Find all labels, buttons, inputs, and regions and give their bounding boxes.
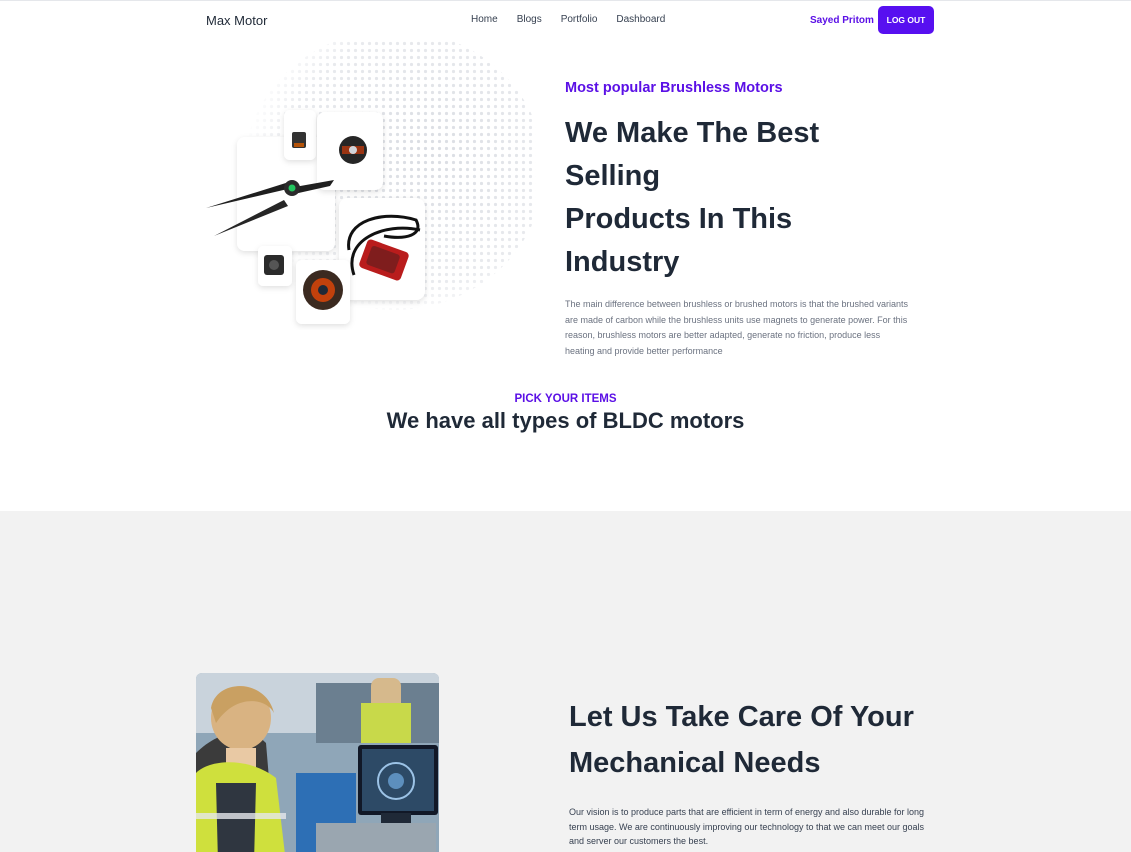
hero-title-line1: We Make The Best Selling <box>565 117 820 192</box>
brand-logo[interactable]: Max Motor <box>206 13 267 28</box>
hero-text: Most popular Brushless Motors We Make Th… <box>565 80 910 359</box>
care-section: Let Us Take Care Of Your Mechanical Need… <box>0 511 1131 852</box>
nav-home[interactable]: Home <box>471 14 498 25</box>
nav-portfolio[interactable]: Portfolio <box>561 14 598 25</box>
pick-title: We have all types of BLDC motors <box>386 408 745 433</box>
nav-blogs[interactable]: Blogs <box>517 14 542 25</box>
nav-links: Home Blogs Portfolio Dashboard <box>471 14 665 25</box>
hero-kicker: Most popular Brushless Motors <box>565 80 783 96</box>
hero-title: We Make The Best Selling Products In Thi… <box>565 112 910 284</box>
engineer-photo <box>196 673 439 852</box>
hero-title-line2: Products In This Industry <box>565 203 793 278</box>
hero-description: The main difference between brushless or… <box>565 299 909 356</box>
care-text: Let Us Take Care Of Your Mechanical Need… <box>569 694 929 849</box>
hero-image <box>184 40 536 330</box>
logout-button[interactable]: LOG OUT <box>878 6 934 34</box>
pick-kicker: PICK YOUR ITEMS <box>514 393 617 405</box>
navbar: Max Motor Home Blogs Portfolio Dashboard… <box>0 0 1131 38</box>
care-title-line1: Let Us Take Care Of Your <box>569 701 914 733</box>
nav-dashboard[interactable]: Dashboard <box>616 14 665 25</box>
pick-items-section: PICK YOUR ITEMS We have all types of BLD… <box>0 393 1131 434</box>
user-name: Sayed Pritom <box>810 15 874 26</box>
care-title-line2: Mechanical Needs <box>569 747 821 779</box>
care-title: Let Us Take Care Of Your Mechanical Need… <box>569 694 929 786</box>
care-description: Our vision is to produce parts that are … <box>569 807 925 846</box>
